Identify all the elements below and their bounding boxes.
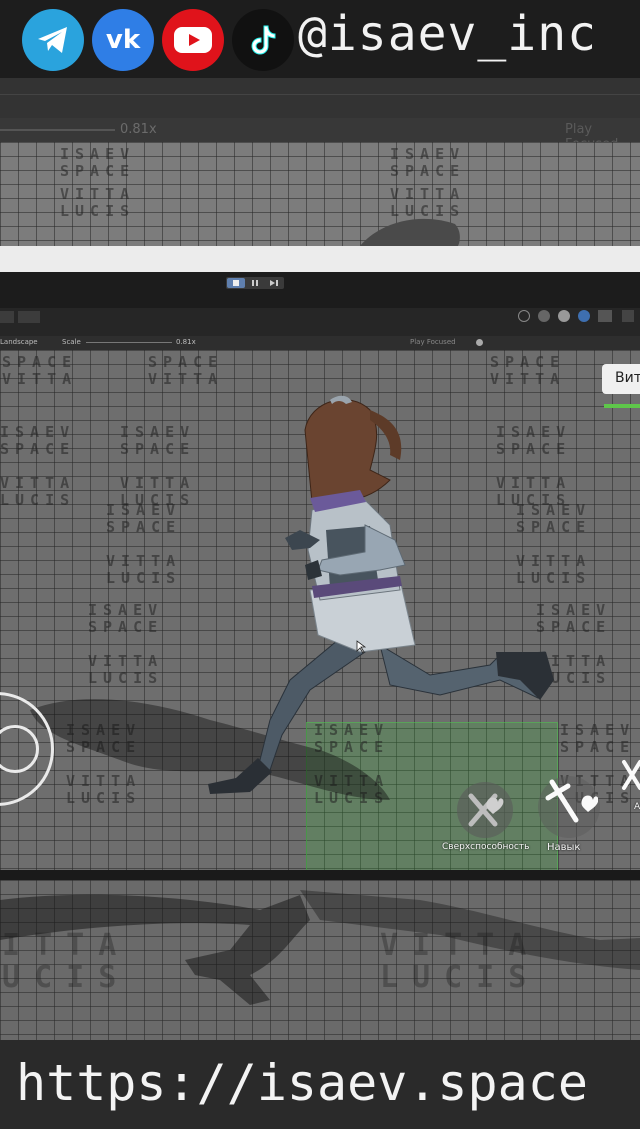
- play-mode-dropdown[interactable]: Play Focused: [410, 338, 456, 346]
- floor-text: ISAEVSPACEVITTALUCIS: [88, 601, 164, 687]
- floor-text: ISAEV SPACE: [60, 145, 136, 180]
- settings-icon[interactable]: [476, 339, 483, 346]
- game-scale-bar: Landscape Scale 0.81x Play Focused: [0, 336, 640, 350]
- name-label: Вит: [615, 370, 640, 386]
- scene-toolbar: [0, 308, 640, 337]
- floor-text: SPACE VITTA: [490, 353, 566, 388]
- game-view: SPACE VITTA SPACE VITTA SPACE VITTA ISAEV SP…: [0, 350, 640, 870]
- scale-value: 0.81x: [176, 338, 196, 346]
- upper-scale-bar: 0.81x Play Focused: [0, 118, 640, 152]
- lower-scene-preview: VITTALUCIS VITTALUCIS: [0, 880, 640, 1040]
- skill-button[interactable]: [538, 776, 600, 838]
- orientation-dropdown[interactable]: Landscape: [0, 338, 38, 346]
- website-url[interactable]: https://isaev.space: [16, 1054, 588, 1112]
- floor-text: SPACE VITTA: [2, 353, 78, 388]
- skill-label: Навык: [547, 842, 581, 853]
- globe-icon[interactable]: [518, 310, 530, 322]
- pause-button[interactable]: [246, 278, 264, 288]
- superpower-button[interactable]: [457, 782, 513, 838]
- upper-scale-value: 0.81x: [120, 122, 157, 137]
- grid-snap-dropdown[interactable]: [18, 311, 40, 323]
- lower-character-silhouette: [0, 890, 640, 1005]
- lighting-icon[interactable]: [558, 310, 570, 322]
- scale-label: Scale: [62, 338, 81, 346]
- floor-text: SPACE VITTA: [148, 353, 224, 388]
- social-header: vk @isaev_inc: [0, 0, 640, 78]
- cursor-icon: [356, 640, 366, 654]
- step-button[interactable]: [265, 278, 283, 288]
- channel-handle: @isaev_inc: [298, 6, 597, 62]
- tool-dropdown[interactable]: [0, 311, 14, 323]
- lower-divider: [0, 870, 640, 880]
- health-bar: [604, 404, 640, 408]
- vk-icon[interactable]: vk: [92, 9, 154, 71]
- attack-icon[interactable]: [620, 758, 640, 798]
- separator: [0, 246, 640, 272]
- tiktok-icon[interactable]: [232, 9, 294, 71]
- scale-slider[interactable]: [86, 342, 172, 343]
- gizmos-icon[interactable]: [598, 310, 612, 322]
- play-controls-bar: [0, 272, 640, 308]
- floor-text: ISAEVSPACEVITTALUCIS: [0, 423, 76, 509]
- floor-text: ISAEV SPACE: [390, 145, 466, 180]
- attack-label: А: [634, 802, 640, 812]
- superpower-label: Сверхспособность: [442, 842, 530, 852]
- floor-text: ISAEVSPACEVITTALUCIS: [106, 501, 182, 587]
- upper-toolbar: [0, 78, 640, 118]
- floor-text: ISAEVSPACEVITTALUCIS: [120, 423, 196, 509]
- upper-scene-preview: ISAEV SPACE VITTA LUCIS ISAEV SPACE VITTA LU…: [0, 142, 640, 246]
- telegram-icon[interactable]: [22, 9, 84, 71]
- joystick-knob[interactable]: [0, 725, 39, 773]
- floor-text: VITTALUCIS: [60, 185, 136, 220]
- youtube-icon[interactable]: [162, 9, 224, 71]
- character-hair-silhouette: [360, 218, 460, 246]
- name-tag: Вит: [602, 364, 640, 394]
- render-mode-icon[interactable]: [578, 310, 590, 322]
- running-character: [208, 395, 554, 794]
- superpower-icon: [468, 793, 504, 827]
- shading-icon[interactable]: [538, 310, 550, 322]
- play-button[interactable]: [227, 278, 245, 288]
- skill-icon: [545, 779, 598, 823]
- more-icon[interactable]: [622, 310, 634, 322]
